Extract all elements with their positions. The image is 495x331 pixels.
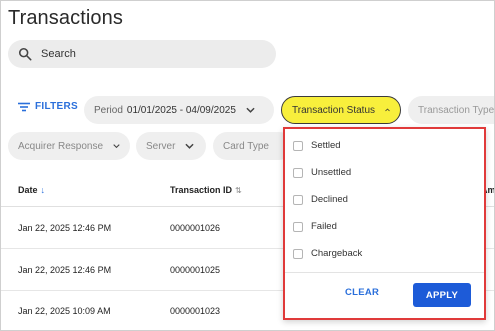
option-label: Chargeback xyxy=(311,248,363,259)
clear-button[interactable]: CLEAR xyxy=(345,287,379,298)
checkbox[interactable] xyxy=(293,140,303,151)
transaction-id-column-header[interactable]: Transaction ID ⇅ xyxy=(170,185,242,195)
period-value: 01/01/2025 - 04/09/2025 xyxy=(126,104,236,116)
apply-button[interactable]: APPLY xyxy=(413,283,471,307)
card-type-label: Card Type xyxy=(223,140,269,152)
row-transaction-id: 0000001025 xyxy=(170,265,221,275)
status-option-chargeback[interactable]: Chargeback xyxy=(293,248,362,259)
checkbox[interactable] xyxy=(293,194,303,205)
chevron-down-icon xyxy=(246,107,255,113)
transactions-page: Transactions Search FILTERS Period 01/01… xyxy=(0,0,495,331)
status-option-settled[interactable]: Settled xyxy=(293,140,341,151)
option-label: Unsettled xyxy=(311,167,352,178)
filter-lines-icon xyxy=(18,102,30,111)
search-placeholder: Search xyxy=(41,48,76,60)
row-date: Jan 22, 2025 10:09 AM xyxy=(18,306,111,316)
acquirer-response-label: Acquirer Response xyxy=(18,140,104,152)
card-type-filter-chip[interactable]: Card Type xyxy=(213,132,293,160)
date-column-label: Date xyxy=(18,185,38,195)
option-label: Declined xyxy=(311,194,348,205)
sort-both-icon: ⇅ xyxy=(235,186,242,195)
status-option-unsettled[interactable]: Unsettled xyxy=(293,167,351,178)
search-icon xyxy=(18,47,32,61)
period-filter-chip[interactable]: Period 01/01/2025 - 04/09/2025 xyxy=(84,96,274,124)
chevron-down-icon xyxy=(185,143,195,149)
acquirer-response-filter-chip[interactable]: Acquirer Response xyxy=(8,132,130,160)
row-date: Jan 22, 2025 12:46 PM xyxy=(18,265,112,275)
row-transaction-id: 0000001023 xyxy=(170,306,221,316)
server-label: Server xyxy=(146,140,176,152)
transaction-id-column-label: Transaction ID xyxy=(170,185,233,195)
search-input[interactable]: Search xyxy=(8,40,276,68)
chevron-down-icon xyxy=(113,144,120,149)
row-date: Jan 22, 2025 12:46 PM xyxy=(18,223,112,233)
date-column-header[interactable]: Date ↓ xyxy=(18,185,45,195)
filters-button[interactable]: FILTERS xyxy=(18,101,78,112)
transaction-type-label: Transaction Type xyxy=(418,104,495,116)
page-title: Transactions xyxy=(8,7,123,29)
option-label: Settled xyxy=(311,140,341,151)
status-option-failed[interactable]: Failed xyxy=(293,221,337,232)
option-label: Failed xyxy=(311,221,337,232)
transaction-type-filter-chip[interactable]: Transaction Type xyxy=(408,96,495,124)
status-option-declined[interactable]: Declined xyxy=(293,194,348,205)
transaction-status-dropdown: Settled Unsettled Declined Failed Charge… xyxy=(283,127,486,320)
dropdown-divider xyxy=(285,272,484,273)
checkbox[interactable] xyxy=(293,221,303,232)
checkbox[interactable] xyxy=(293,167,303,178)
server-filter-chip[interactable]: Server xyxy=(136,132,206,160)
checkbox[interactable] xyxy=(293,248,303,259)
filters-label: FILTERS xyxy=(35,101,79,112)
transaction-status-filter-chip[interactable]: Transaction Status xyxy=(281,96,401,124)
chevron-up-icon xyxy=(385,108,390,112)
row-transaction-id: 0000001026 xyxy=(170,223,221,233)
period-label: Period xyxy=(94,104,123,116)
transaction-status-label: Transaction Status xyxy=(292,104,376,116)
sort-down-icon: ↓ xyxy=(40,185,46,195)
